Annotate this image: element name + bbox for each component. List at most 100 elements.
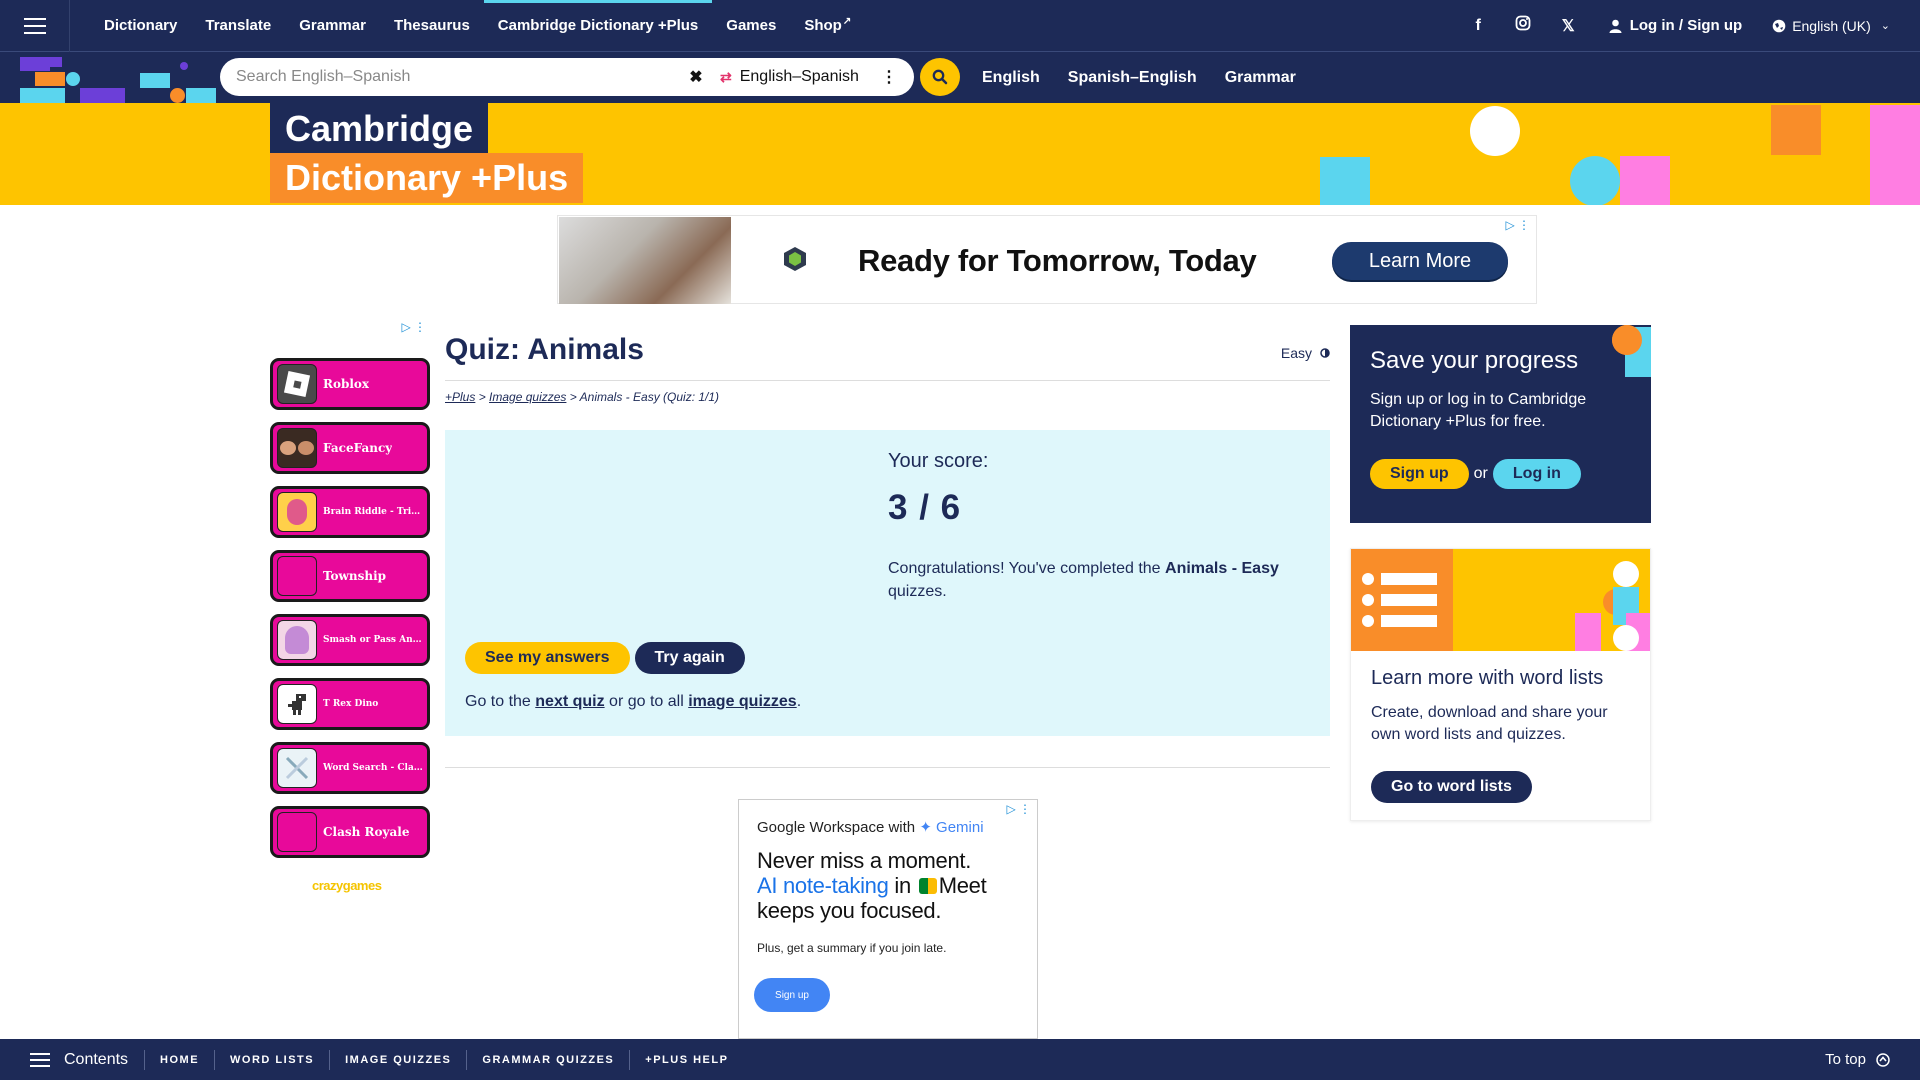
difficulty-label: Easy	[1280, 345, 1312, 361]
completion-message: Congratulations! You've completed the An…	[888, 557, 1298, 603]
game-ad-item[interactable]: Word Search - Clas...	[270, 742, 430, 794]
roblox-icon	[277, 364, 317, 404]
bottom-link-image-quizzes[interactable]: IMAGE QUIZZES	[330, 1049, 468, 1070]
navigation-text: Go to the next quiz or go to all image q…	[465, 693, 801, 711]
dinosaur-icon	[277, 684, 317, 724]
sublink-english[interactable]: English	[982, 69, 1040, 87]
sublink-spanish-english[interactable]: Spanish–English	[1068, 69, 1197, 87]
sublink-grammar[interactable]: Grammar	[1225, 69, 1296, 87]
menu-icon[interactable]	[0, 0, 70, 52]
login-label: Log in / Sign up	[1629, 17, 1743, 34]
divider	[445, 767, 1330, 768]
language-selector[interactable]: English (UK) ⌄	[1772, 18, 1890, 34]
word-search-icon	[277, 748, 317, 788]
dictionary-label: English–Spanish	[739, 68, 859, 85]
nav-translate[interactable]: Translate	[191, 0, 285, 52]
breadcrumb-plus[interactable]: +Plus	[445, 390, 475, 404]
advertisement-top[interactable]: Ready for Tomorrow, Today Learn More ▷ ⋮	[557, 215, 1537, 304]
search-bar: ✖ ⇄ English–Spanish ⋮ English Spanish–En…	[0, 52, 1920, 103]
ad-signup-button[interactable]: Sign up	[754, 978, 830, 1012]
crazygames-logo[interactable]: crazygames	[312, 878, 382, 893]
ad-highlight: AI note-taking	[757, 873, 889, 898]
ad-headline-line2: AI note-taking in Meet	[757, 873, 987, 898]
ad-brand-text: Google Workspace with	[757, 819, 920, 836]
search-input[interactable]	[220, 68, 680, 86]
game-ad-item[interactable]: Roblox	[270, 358, 430, 410]
search-button[interactable]	[920, 58, 960, 96]
game-name: Roblox	[323, 377, 370, 391]
nav-games[interactable]: Games	[712, 0, 790, 52]
score-label: Your score:	[888, 450, 989, 472]
instagram-icon[interactable]	[1501, 15, 1546, 36]
ad-photo	[559, 217, 731, 304]
breadcrumb-image-quizzes[interactable]: Image quizzes	[489, 390, 566, 404]
card-decoration	[1613, 561, 1639, 587]
next-quiz-link[interactable]: next quiz	[535, 693, 604, 710]
ad-learn-more-button[interactable]: Learn More	[1332, 242, 1508, 280]
game-ad-item[interactable]: Smash or Pass Ani...	[270, 614, 430, 666]
clash-royale-icon	[277, 812, 317, 852]
adchoices-icon[interactable]: ▷ ⋮	[1006, 802, 1031, 816]
bottom-link-word-lists[interactable]: WORD LISTS	[215, 1049, 331, 1070]
nav-dictionary-plus[interactable]: Cambridge Dictionary +Plus	[483, 0, 713, 52]
nav-dictionary[interactable]: Dictionary	[90, 0, 191, 52]
image-quizzes-link[interactable]: image quizzes	[688, 693, 796, 710]
ad-brand-logo-icon	[784, 247, 806, 271]
ad-headline-line1: Never miss a moment.	[757, 848, 972, 873]
signup-button[interactable]: Sign up	[1370, 459, 1469, 489]
card-decoration	[1613, 625, 1639, 651]
arrow-up-circle-icon	[1876, 1052, 1890, 1067]
nav-grammar[interactable]: Grammar	[285, 0, 380, 52]
menu-icon	[30, 1058, 50, 1061]
game-name: Clash Royale	[323, 825, 410, 839]
dictionary-selector[interactable]: ⇄ English–Spanish	[708, 68, 859, 86]
bottom-link-plus-help[interactable]: +PLUS HELP	[630, 1050, 743, 1070]
adchoices-icon[interactable]: ▷ ⋮	[1505, 218, 1530, 232]
login-button[interactable]: Log in	[1492, 459, 1581, 489]
main-nav-links: Dictionary Translate Grammar Thesaurus C…	[90, 0, 865, 52]
facebook-icon[interactable]: f	[1456, 17, 1501, 35]
ad-connector: in	[888, 873, 917, 898]
anime-game-icon	[277, 620, 317, 660]
breadcrumb-separator: >	[569, 390, 580, 404]
bottom-link-grammar-quizzes[interactable]: GRAMMAR QUIZZES	[467, 1049, 631, 1070]
game-ad-item[interactable]: FaceFancy	[270, 422, 430, 474]
banner-decoration	[1570, 156, 1620, 205]
banner-decoration	[1870, 105, 1920, 205]
quiz-name: Animals - Easy	[1165, 560, 1279, 577]
nav-thesaurus[interactable]: Thesaurus	[380, 0, 484, 52]
x-icon[interactable]: 𝕏	[1546, 16, 1591, 36]
facefancy-icon	[277, 428, 317, 468]
search-box: ✖ ⇄ English–Spanish ⋮	[220, 58, 914, 96]
word-lists-title: Learn more with word lists	[1371, 667, 1604, 689]
cambridge-logo-blocks[interactable]	[0, 52, 216, 103]
game-ad-item[interactable]: T Rex Dino	[270, 678, 430, 730]
language-label: English (UK)	[1792, 17, 1871, 34]
try-again-button[interactable]: Try again	[634, 642, 745, 674]
congrats-suffix: quizzes.	[888, 583, 947, 600]
game-ad-item[interactable]: Brain Riddle - Tric...	[270, 486, 430, 538]
brain-riddle-icon	[277, 492, 317, 532]
game-ad-item[interactable]: Clash Royale	[270, 806, 430, 858]
bottom-link-home[interactable]: HOME	[145, 1049, 216, 1070]
chevron-down-icon: ⌄	[1880, 20, 1890, 32]
save-progress-card: Save your progress Sign up or log in to …	[1350, 325, 1651, 523]
ad-meet-label: Meet	[938, 873, 987, 898]
congrats-text: Congratulations! You've completed the	[888, 560, 1166, 577]
save-progress-text: Sign up or log in to Cambridge Dictionar…	[1370, 391, 1587, 430]
contents-toggle[interactable]: Contents	[0, 1049, 146, 1070]
advertisement-bottom[interactable]: ▷ ⋮ Google Workspace with ✦ Gemini Never…	[738, 799, 1038, 1039]
nav-shop[interactable]: Shop ↗	[790, 0, 865, 52]
word-lists-card: Learn more with word lists Create, downl…	[1350, 548, 1651, 821]
clear-search-icon[interactable]: ✖	[684, 67, 708, 87]
adchoices-icon[interactable]: ▷ ⋮	[401, 320, 426, 334]
more-options-icon[interactable]: ⋮	[881, 67, 897, 87]
goto-middle: or go to all	[604, 693, 689, 710]
see-answers-button[interactable]: See my answers	[465, 642, 630, 674]
login-signup-link[interactable]: Log in / Sign up	[1609, 17, 1742, 34]
to-top-button[interactable]: To top	[1825, 1051, 1890, 1068]
user-icon	[1609, 19, 1622, 33]
game-ad-item[interactable]: Township	[270, 550, 430, 602]
go-to-word-lists-button[interactable]: Go to word lists	[1371, 771, 1532, 803]
gemini-label: ✦ Gemini	[919, 819, 984, 836]
